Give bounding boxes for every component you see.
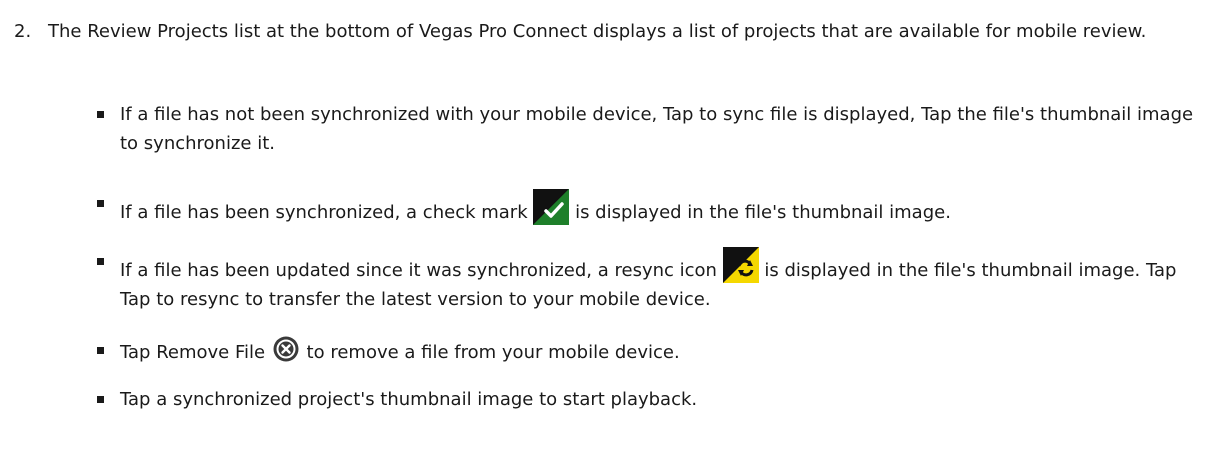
bullet-marker — [97, 347, 104, 354]
list-item-text-before: If a file has been synchronized, a check… — [120, 202, 534, 223]
list-item-text: Tap a synchronized project's thumbnail i… — [120, 389, 698, 410]
remove-file-icon — [273, 336, 299, 362]
step-number: 2. — [14, 21, 32, 42]
step-text: The Review Projects list at the bottom o… — [48, 21, 1147, 42]
list-item-resync: If a file has been updated since it was … — [97, 247, 1200, 314]
check-mark-icon — [533, 189, 570, 225]
resync-icon — [722, 247, 759, 283]
list-item-remove-file: Tap Remove File to remove a file from yo… — [97, 336, 1200, 367]
list-item-playback: Tap a synchronized project's thumbnail i… — [97, 385, 1200, 414]
list-item-text-after: is displayed in the file's thumbnail ima… — [569, 202, 951, 223]
list-item-not-synced: If a file has not been synchronized with… — [97, 100, 1200, 158]
list-item-synced: If a file has been synchronized, a check… — [97, 189, 1200, 227]
bullet-marker — [97, 396, 104, 403]
bullet-marker — [97, 111, 104, 118]
bullet-marker — [97, 200, 104, 207]
list-item-text-before: Tap Remove File — [120, 342, 271, 363]
list-item-text: If a file has not been synchronized with… — [120, 104, 1194, 154]
list-item-text-before: If a file has been updated since it was … — [120, 260, 723, 281]
bullet-marker — [97, 258, 104, 265]
list-item-text-after: to remove a file from your mobile device… — [300, 342, 680, 363]
